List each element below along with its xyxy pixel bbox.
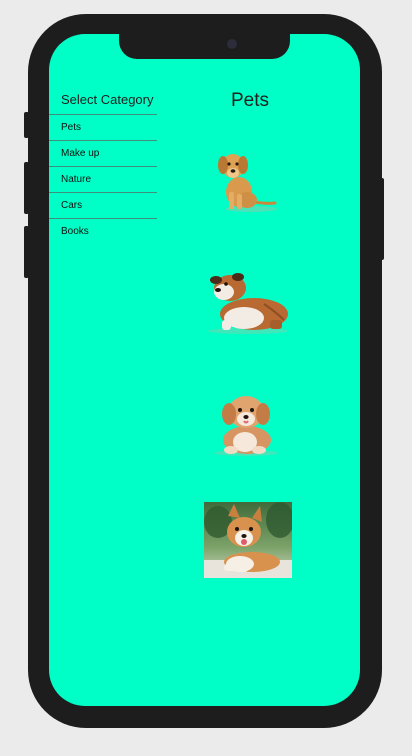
sidebar-title: Select Category <box>49 90 157 115</box>
device-mockup: Select Category Pets Make up Nature Cars… <box>0 0 412 756</box>
category-list: Pets Make up Nature Cars Books <box>49 115 157 244</box>
pet-image-golden-retriever[interactable] <box>209 148 279 214</box>
category-item-cars[interactable]: Cars <box>49 193 157 219</box>
pet-image-fluffy-puppy[interactable] <box>209 390 283 458</box>
category-item-books[interactable]: Books <box>49 219 157 244</box>
camera-icon <box>227 39 237 49</box>
pet-image-corgi[interactable] <box>204 502 292 578</box>
page-title: Pets <box>230 90 270 111</box>
pet-image-bulldog[interactable] <box>204 268 292 336</box>
notch <box>119 34 290 59</box>
category-item-make-up[interactable]: Make up <box>49 141 157 167</box>
category-item-nature[interactable]: Nature <box>49 167 157 193</box>
category-item-pets[interactable]: Pets <box>49 115 157 141</box>
app-screen: Select Category Pets Make up Nature Cars… <box>49 34 360 706</box>
category-sidebar: Select Category Pets Make up Nature Cars… <box>49 90 157 244</box>
